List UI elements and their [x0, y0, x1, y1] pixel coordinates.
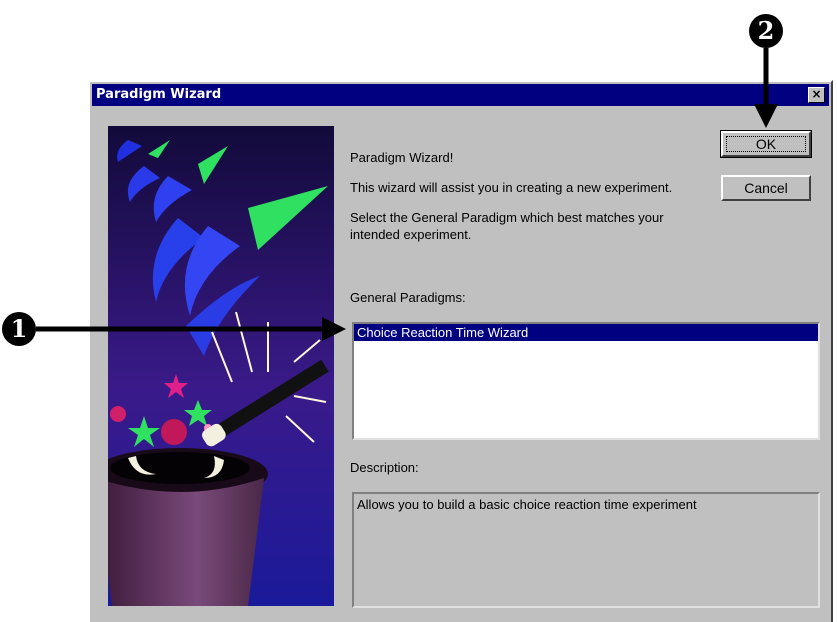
callout-badge-1: 1 — [2, 312, 36, 346]
arrow-2-head — [754, 104, 778, 128]
arrow-1-head — [322, 317, 346, 341]
callout-arrows — [36, 48, 778, 341]
callout-badge-2: 2 — [749, 14, 783, 48]
